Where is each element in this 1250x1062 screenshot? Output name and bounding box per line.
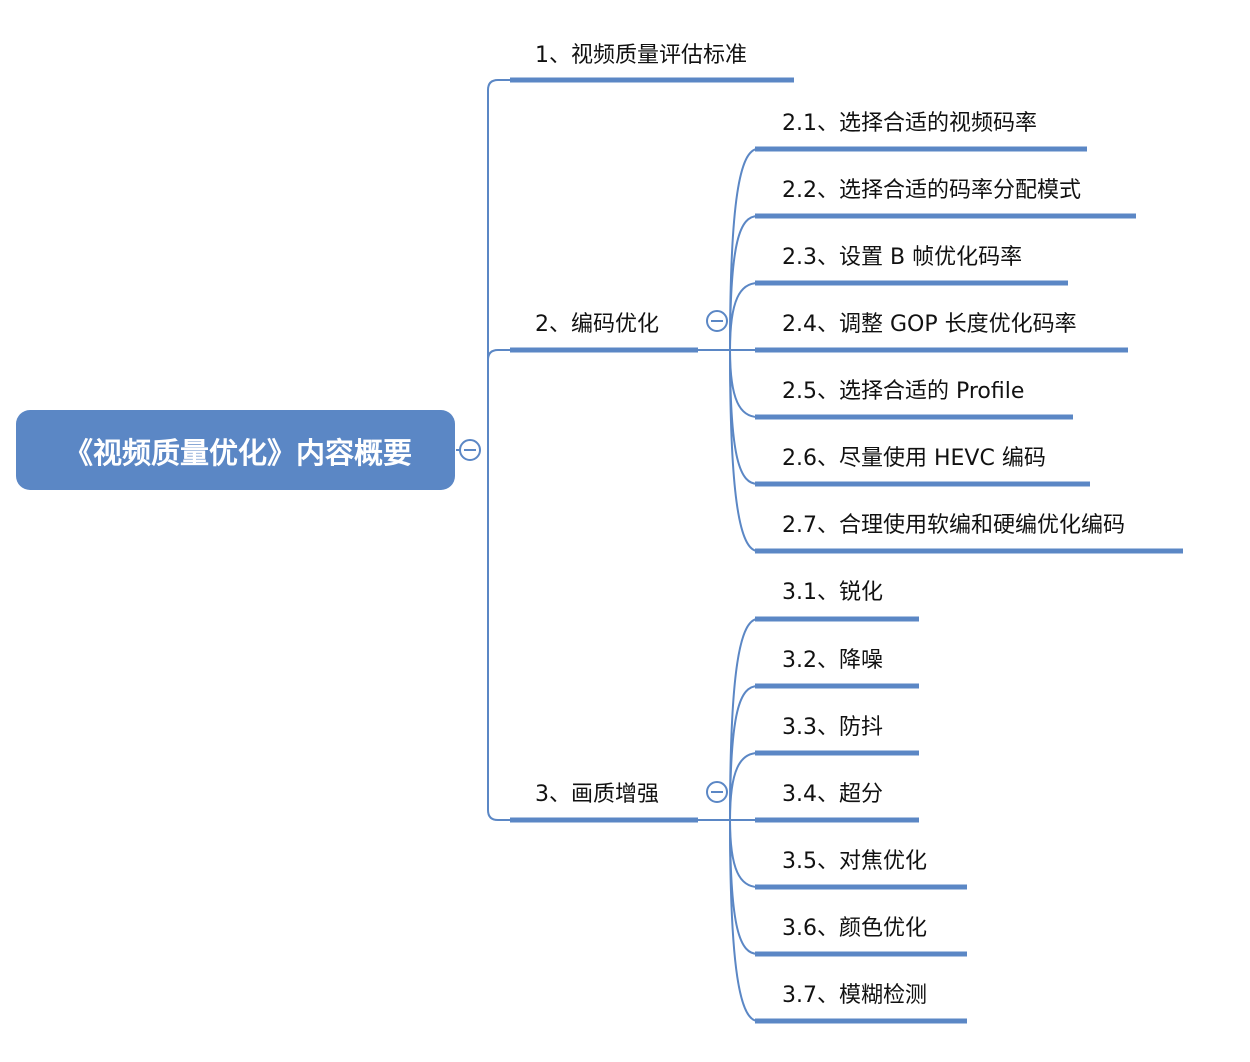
branch-label-1: 1、视频质量评估标准 bbox=[535, 43, 747, 68]
leaf-node-2-7[interactable]: 2.7、合理使用软编和硬编优化编码 bbox=[755, 513, 1183, 554]
leaf-label-3-5: 3.5、对焦优化 bbox=[782, 849, 927, 874]
leaf-node-2-3[interactable]: 2.3、设置 B 帧优化码率 bbox=[755, 245, 1068, 286]
leaf-label-2-3: 2.3、设置 B 帧优化码率 bbox=[782, 245, 1022, 270]
leaf-node-3-3[interactable]: 3.3、防抖 bbox=[755, 715, 919, 756]
connector-root-branch-3 bbox=[487, 450, 510, 821]
mind-map: 《视频质量优化》内容概要 1、视频质量评估标准 2、编码优化 2.1、选择合适的… bbox=[16, 43, 1183, 1024]
branch-node-3[interactable]: 3、画质增强 bbox=[510, 782, 698, 823]
connectors-branch-2 bbox=[698, 148, 759, 552]
root-title: 《视频质量优化》内容概要 bbox=[64, 436, 412, 470]
connectors-branch-3 bbox=[698, 618, 759, 1022]
leaf-node-3-5[interactable]: 3.5、对焦优化 bbox=[755, 849, 967, 890]
root-node[interactable]: 《视频质量优化》内容概要 bbox=[16, 410, 455, 490]
leaf-node-2-5[interactable]: 2.5、选择合适的 Profile bbox=[755, 379, 1073, 420]
connector-root-branch-2 bbox=[487, 349, 510, 450]
leaf-label-3-7: 3.7、模糊检测 bbox=[782, 983, 927, 1008]
leaf-label-2-1: 2.1、选择合适的视频码率 bbox=[782, 111, 1037, 136]
leaf-label-2-2: 2.2、选择合适的码率分配模式 bbox=[782, 178, 1081, 203]
branch-2-collapse-button[interactable] bbox=[706, 310, 728, 332]
connector-root-branch-1 bbox=[456, 79, 510, 451]
leaf-node-2-1[interactable]: 2.1、选择合适的视频码率 bbox=[755, 111, 1087, 152]
branch-3-collapse-button[interactable] bbox=[706, 781, 728, 803]
leaf-node-3-6[interactable]: 3.6、颜色优化 bbox=[755, 916, 967, 957]
leaf-node-3-7[interactable]: 3.7、模糊检测 bbox=[755, 983, 967, 1024]
leaf-node-3-4[interactable]: 3.4、超分 bbox=[755, 782, 919, 823]
branch-label-2: 2、编码优化 bbox=[535, 312, 659, 337]
leaf-label-3-6: 3.6、颜色优化 bbox=[782, 916, 927, 941]
branch-node-1[interactable]: 1、视频质量评估标准 bbox=[510, 43, 794, 83]
branch-node-2[interactable]: 2、编码优化 bbox=[510, 312, 698, 353]
leaf-node-2-6[interactable]: 2.6、尽量使用 HEVC 编码 bbox=[755, 446, 1090, 487]
leaf-label-3-2: 3.2、降噪 bbox=[782, 648, 883, 673]
leaf-node-2-4[interactable]: 2.4、调整 GOP 长度优化码率 bbox=[755, 312, 1128, 353]
root-collapse-button[interactable] bbox=[459, 439, 481, 461]
leaf-label-2-4: 2.4、调整 GOP 长度优化码率 bbox=[782, 312, 1077, 337]
leaf-node-2-2[interactable]: 2.2、选择合适的码率分配模式 bbox=[755, 178, 1136, 219]
leaf-label-3-3: 3.3、防抖 bbox=[782, 715, 883, 740]
branch-label-3: 3、画质增强 bbox=[535, 782, 659, 807]
leaf-label-2-6: 2.6、尽量使用 HEVC 编码 bbox=[782, 446, 1046, 471]
leaf-label-3-4: 3.4、超分 bbox=[782, 782, 883, 807]
leaf-label-2-7: 2.7、合理使用软编和硬编优化编码 bbox=[782, 513, 1125, 538]
leaf-node-3-2[interactable]: 3.2、降噪 bbox=[755, 648, 919, 689]
leaf-node-3-1[interactable]: 3.1、锐化 bbox=[755, 580, 919, 622]
leaf-label-3-1: 3.1、锐化 bbox=[782, 580, 883, 605]
leaf-label-2-5: 2.5、选择合适的 Profile bbox=[782, 379, 1024, 404]
